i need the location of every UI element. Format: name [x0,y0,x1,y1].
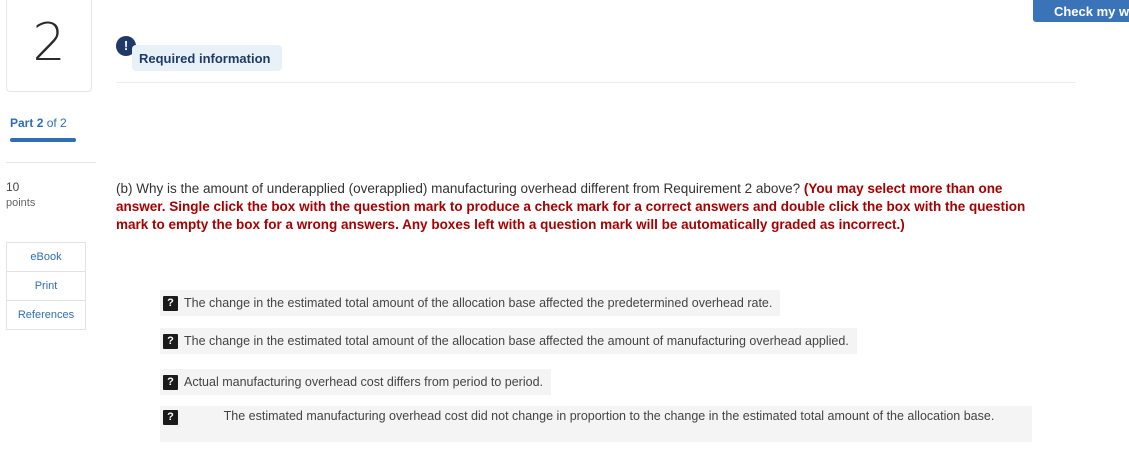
ebook-link[interactable]: eBook [7,243,85,272]
print-link[interactable]: Print [7,272,85,301]
part-indicator: Part 2 of 2 [10,116,67,130]
question-mark-checkbox-icon[interactable]: ? [163,374,178,390]
choice-text: The change in the estimated total amount… [184,296,773,310]
question-mark-checkbox-icon[interactable]: ? [163,295,178,311]
question-mark-checkbox-icon[interactable]: ? [163,410,178,425]
answer-choice-1: ? The change in the estimated total amou… [160,290,781,316]
answer-choice-4: ? The estimated manufacturing overhead c… [160,406,1032,442]
choice-text: The estimated manufacturing overhead cos… [223,409,995,423]
required-information-tab[interactable]: Required information [132,45,282,71]
question-text: (b) Why is the amount of underapplied (o… [116,180,1036,234]
question-prompt: (b) Why is the amount of underapplied (o… [116,181,804,196]
left-divider [6,162,96,163]
part-of-total: of 2 [46,116,67,130]
choice-text: The change in the estimated total amount… [184,334,849,348]
question-number: 2 [32,13,66,73]
points-value: 10 [6,180,20,194]
resource-links: eBook Print References [6,242,86,330]
points-label: points [6,197,36,209]
question-mark-checkbox-icon[interactable]: ? [163,333,178,349]
answer-choice-3: ? Actual manufacturing overhead cost dif… [160,369,551,395]
part-word: Part [10,116,34,130]
part-progress-bar [10,138,76,142]
check-my-work-button[interactable]: Check my wo [1033,0,1129,22]
choice-text: Actual manufacturing overhead cost diffe… [184,375,543,389]
references-link[interactable]: References [7,301,85,329]
header-divider [116,82,1076,83]
part-current: 2 [36,116,44,130]
answer-choice-2: ? The change in the estimated total amou… [160,328,857,354]
question-number-box: 2 [6,0,92,92]
